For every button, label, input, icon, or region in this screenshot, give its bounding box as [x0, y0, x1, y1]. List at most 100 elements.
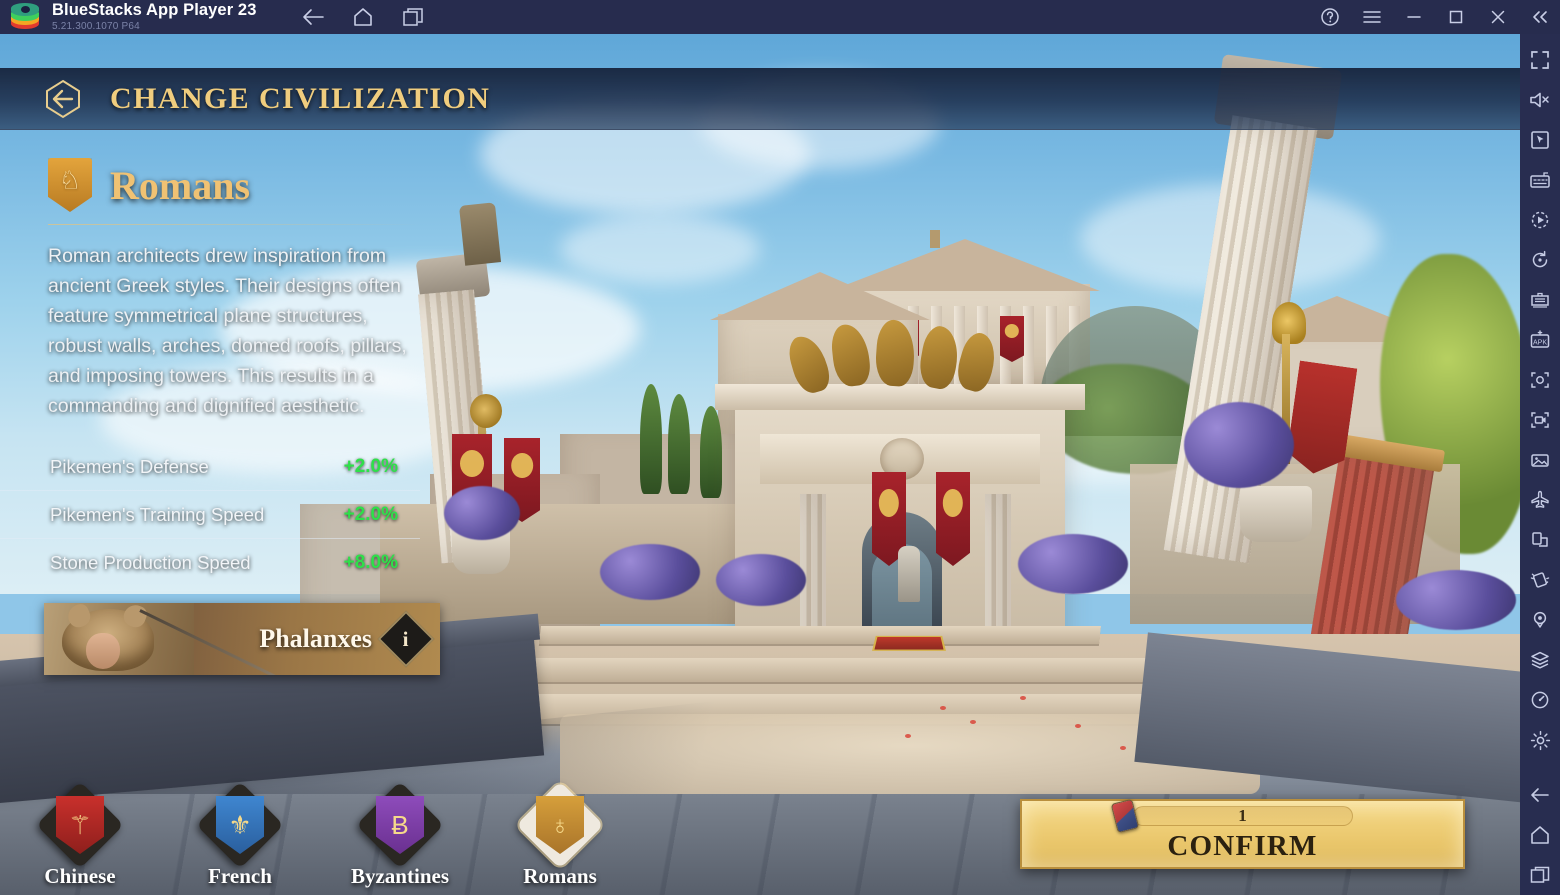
roman-eagle-emblem: ♁ — [536, 796, 584, 854]
sidebar-item-copy-to-device[interactable] — [1523, 520, 1557, 560]
sidebar-item-location[interactable] — [1523, 600, 1557, 640]
titlebar-back-button[interactable] — [298, 2, 328, 32]
soldier-face — [86, 633, 120, 669]
sidebar-item-record-screen[interactable] — [1523, 400, 1557, 440]
screen-header: CHANGE CIVILIZATION — [0, 68, 1520, 130]
cloud — [560, 214, 760, 284]
play-circle-icon — [1531, 211, 1549, 229]
help-button[interactable] — [1316, 3, 1344, 31]
titlebar-home-button[interactable] — [348, 2, 378, 32]
table-row: Pikemen's Training Speed +2.0% — [0, 491, 420, 539]
arrow-left-icon — [1531, 788, 1549, 802]
window-titlebar: BlueStacks App Player 23 5.21.300.1070 P… — [0, 0, 1560, 34]
cost-value: 1 — [1238, 805, 1247, 825]
eagle-standard-icon — [470, 394, 502, 428]
civ-option-label: French — [208, 864, 272, 888]
app-version: 5.21.300.1070 P64 — [52, 20, 140, 32]
cypress-tree — [640, 384, 662, 494]
civilization-stats-list: Pikemen's Defense +2.0% Pikemen's Traini… — [0, 443, 420, 587]
speedometer-icon — [1531, 691, 1549, 709]
close-button[interactable] — [1484, 3, 1512, 31]
civ-option-byzantines[interactable]: Ƀ Byzantines — [320, 781, 480, 889]
bluestacks-sidebar: APK — [1520, 34, 1560, 895]
sidebar-item-shake[interactable] — [1523, 560, 1557, 600]
game-viewport[interactable]: CHANGE CIVILIZATION ♘ Romans Roman archi… — [0, 34, 1520, 895]
confirm-button[interactable]: 1 CONFIRM — [1020, 798, 1465, 869]
airplane-icon — [1531, 490, 1549, 508]
sidebar-item-layers[interactable] — [1523, 640, 1557, 680]
heading-divider — [48, 224, 422, 225]
arch-guard-figure — [898, 546, 920, 602]
sidebar-item-screenshot[interactable] — [1523, 360, 1557, 400]
sidebar-item-keyboard-controls[interactable] — [1523, 160, 1557, 200]
arrow-left-icon — [303, 9, 325, 25]
menu-button[interactable] — [1358, 3, 1386, 31]
apk-install-icon: APK — [1530, 330, 1550, 348]
sidebar-item-home[interactable] — [1523, 815, 1557, 855]
sidebar-item-install-apk[interactable]: APK — [1523, 320, 1557, 360]
unit-info-button[interactable]: i — [377, 610, 435, 668]
stat-label: Stone Production Speed — [50, 552, 251, 573]
special-unit-name: Phalanxes — [259, 624, 372, 653]
double-chevron-left-icon — [1533, 11, 1547, 23]
sidebar-item-macro-recorder[interactable] — [1523, 200, 1557, 240]
hamburger-menu-icon — [1363, 11, 1381, 23]
emblem-glyph: ♁ — [550, 810, 570, 840]
sidebar-item-recents[interactable] — [1523, 855, 1557, 895]
titlebar-multi-instance-button[interactable] — [398, 2, 428, 32]
civilization-info-panel: ♘ Romans Roman architects drew inspirati… — [0, 130, 470, 675]
sidebar-item-media-manager[interactable] — [1523, 440, 1557, 480]
sidebar-item-settings[interactable] — [1523, 720, 1557, 760]
special-unit-banner[interactable]: Phalanxes i — [44, 603, 440, 675]
stair-step — [468, 658, 1172, 682]
window-controls — [1316, 0, 1554, 34]
purple-flowers — [1184, 402, 1294, 488]
purple-flowers — [1018, 534, 1128, 594]
civilization-heading: ♘ Romans — [0, 130, 470, 212]
stone-urn — [1240, 486, 1312, 542]
civ-option-french[interactable]: ⚜ French — [160, 781, 320, 889]
sidebar-item-fullscreen[interactable] — [1523, 40, 1557, 80]
camera-icon — [1531, 372, 1549, 388]
civ-option-label: Byzantines — [350, 864, 449, 888]
bluestacks-logo-icon — [8, 2, 42, 32]
emblem-glyph: ⚜ — [228, 810, 252, 840]
back-button[interactable] — [40, 76, 86, 122]
home-icon — [354, 8, 373, 26]
sidebar-item-performance[interactable] — [1523, 680, 1557, 720]
app-title-block: BlueStacks App Player 23 5.21.300.1070 P… — [52, 2, 256, 32]
cost-pill: 1 — [1110, 798, 1353, 833]
emblem-glyph: Ƀ — [391, 810, 409, 840]
cursor-box-icon — [1531, 131, 1549, 149]
civ-option-label: Romans — [523, 864, 597, 888]
civ-option-chinese[interactable]: ⚚ Chinese — [0, 781, 160, 889]
civ-badge: ⚚ — [36, 781, 124, 869]
sidebar-item-rotate[interactable] — [1523, 240, 1557, 280]
emblem-glyph: ⚚ — [68, 810, 92, 840]
civilization-description: Roman architects drew inspiration from a… — [48, 245, 407, 417]
sidebar-item-back[interactable] — [1523, 775, 1557, 815]
eagle-glyph: ♘ — [58, 166, 82, 195]
purple-flowers — [1396, 570, 1516, 630]
collapse-sidebar-button[interactable] — [1526, 3, 1554, 31]
civilization-change-token-icon — [1110, 798, 1139, 833]
roman-eagle-shield-icon: ♘ — [48, 158, 92, 212]
minimize-button[interactable] — [1400, 3, 1428, 31]
stat-label: Pikemen's Defense — [50, 455, 209, 477]
gallery-icon — [1531, 454, 1549, 467]
sidebar-item-multi-instance-manager[interactable] — [1523, 280, 1557, 320]
fullscreen-icon — [1531, 51, 1549, 69]
cypress-tree — [700, 406, 722, 498]
purple-flowers — [600, 544, 700, 600]
stat-value: +8.0% — [343, 552, 398, 573]
sidebar-item-mute[interactable] — [1523, 80, 1557, 120]
sidebar-item-cursor-mode[interactable] — [1523, 120, 1557, 160]
rotate-icon — [1532, 250, 1548, 268]
sidebar-item-airplane-mode[interactable] — [1523, 480, 1557, 520]
page-title: CHANGE CIVILIZATION — [110, 81, 491, 115]
keyboard-icon — [1530, 172, 1550, 188]
maximize-button[interactable] — [1442, 3, 1470, 31]
civ-option-romans[interactable]: ♁ Romans — [480, 781, 640, 889]
confirm-label: CONFIRM — [1167, 829, 1318, 862]
location-pin-icon — [1533, 611, 1547, 628]
